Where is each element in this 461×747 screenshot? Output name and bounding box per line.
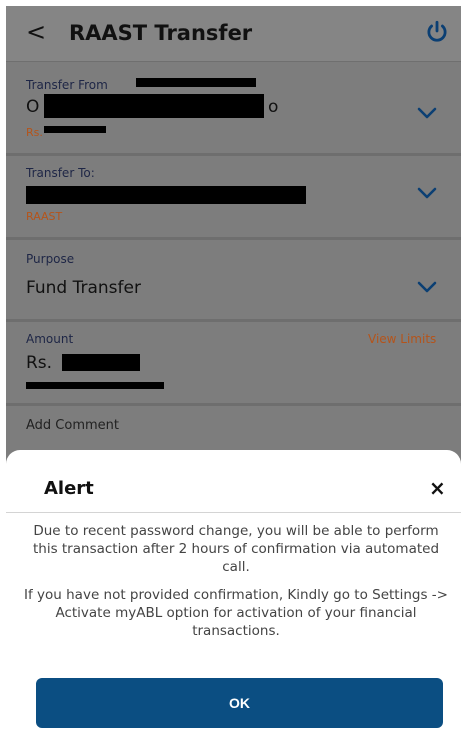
back-icon[interactable]: < — [26, 18, 46, 46]
purpose-value: Fund Transfer — [26, 278, 141, 298]
redacted-account — [44, 94, 264, 118]
power-icon[interactable] — [424, 19, 450, 45]
amount-field[interactable]: Amount View Limits Rs. — [6, 322, 461, 406]
chevron-down-icon[interactable] — [416, 106, 438, 120]
alert-divider — [6, 512, 461, 513]
chevron-down-icon[interactable] — [416, 186, 438, 200]
purpose-field[interactable]: Purpose Fund Transfer — [6, 240, 461, 322]
purpose-label: Purpose — [26, 252, 75, 266]
alert-message-primary: Due to recent password change, you will … — [32, 523, 440, 575]
alert-message-secondary: If you have not provided confirmation, K… — [24, 587, 448, 639]
chevron-down-icon[interactable] — [416, 280, 438, 294]
transfer-from-value-end: o — [268, 97, 279, 117]
raast-transfer-screen: < RAAST Transfer Transfer From O o Rs. T… — [6, 6, 461, 747]
transfer-from-field[interactable]: Transfer From O o Rs. — [6, 63, 461, 156]
page-title: RAAST Transfer — [69, 21, 253, 45]
divider — [6, 403, 461, 406]
redacted-balance — [44, 126, 106, 133]
alert-dialog: Alert × Due to recent password change, y… — [6, 450, 461, 747]
add-comment-field[interactable]: Add Comment — [26, 418, 119, 433]
transfer-to-field[interactable]: Transfer To: RAAST — [6, 156, 461, 240]
transfer-to-type: RAAST — [26, 210, 63, 223]
transfer-to-label: Transfer To: — [26, 166, 95, 180]
redacted-amount — [62, 354, 140, 371]
transfer-from-label: Transfer From — [26, 78, 108, 92]
redacted-block — [136, 78, 256, 87]
ok-button[interactable]: OK — [36, 678, 443, 728]
view-limits-link[interactable]: View Limits — [368, 332, 436, 346]
top-bar: < RAAST Transfer — [6, 6, 461, 62]
alert-title: Alert — [44, 478, 94, 499]
transfer-from-value-start: O — [26, 97, 40, 117]
close-icon[interactable]: × — [429, 476, 446, 500]
transfer-from-balance-label: Rs. — [26, 126, 43, 139]
amount-currency: Rs. — [26, 353, 53, 373]
amount-label: Amount — [26, 332, 74, 346]
redacted-recipient — [26, 186, 306, 204]
redacted-amount-words — [26, 382, 164, 389]
